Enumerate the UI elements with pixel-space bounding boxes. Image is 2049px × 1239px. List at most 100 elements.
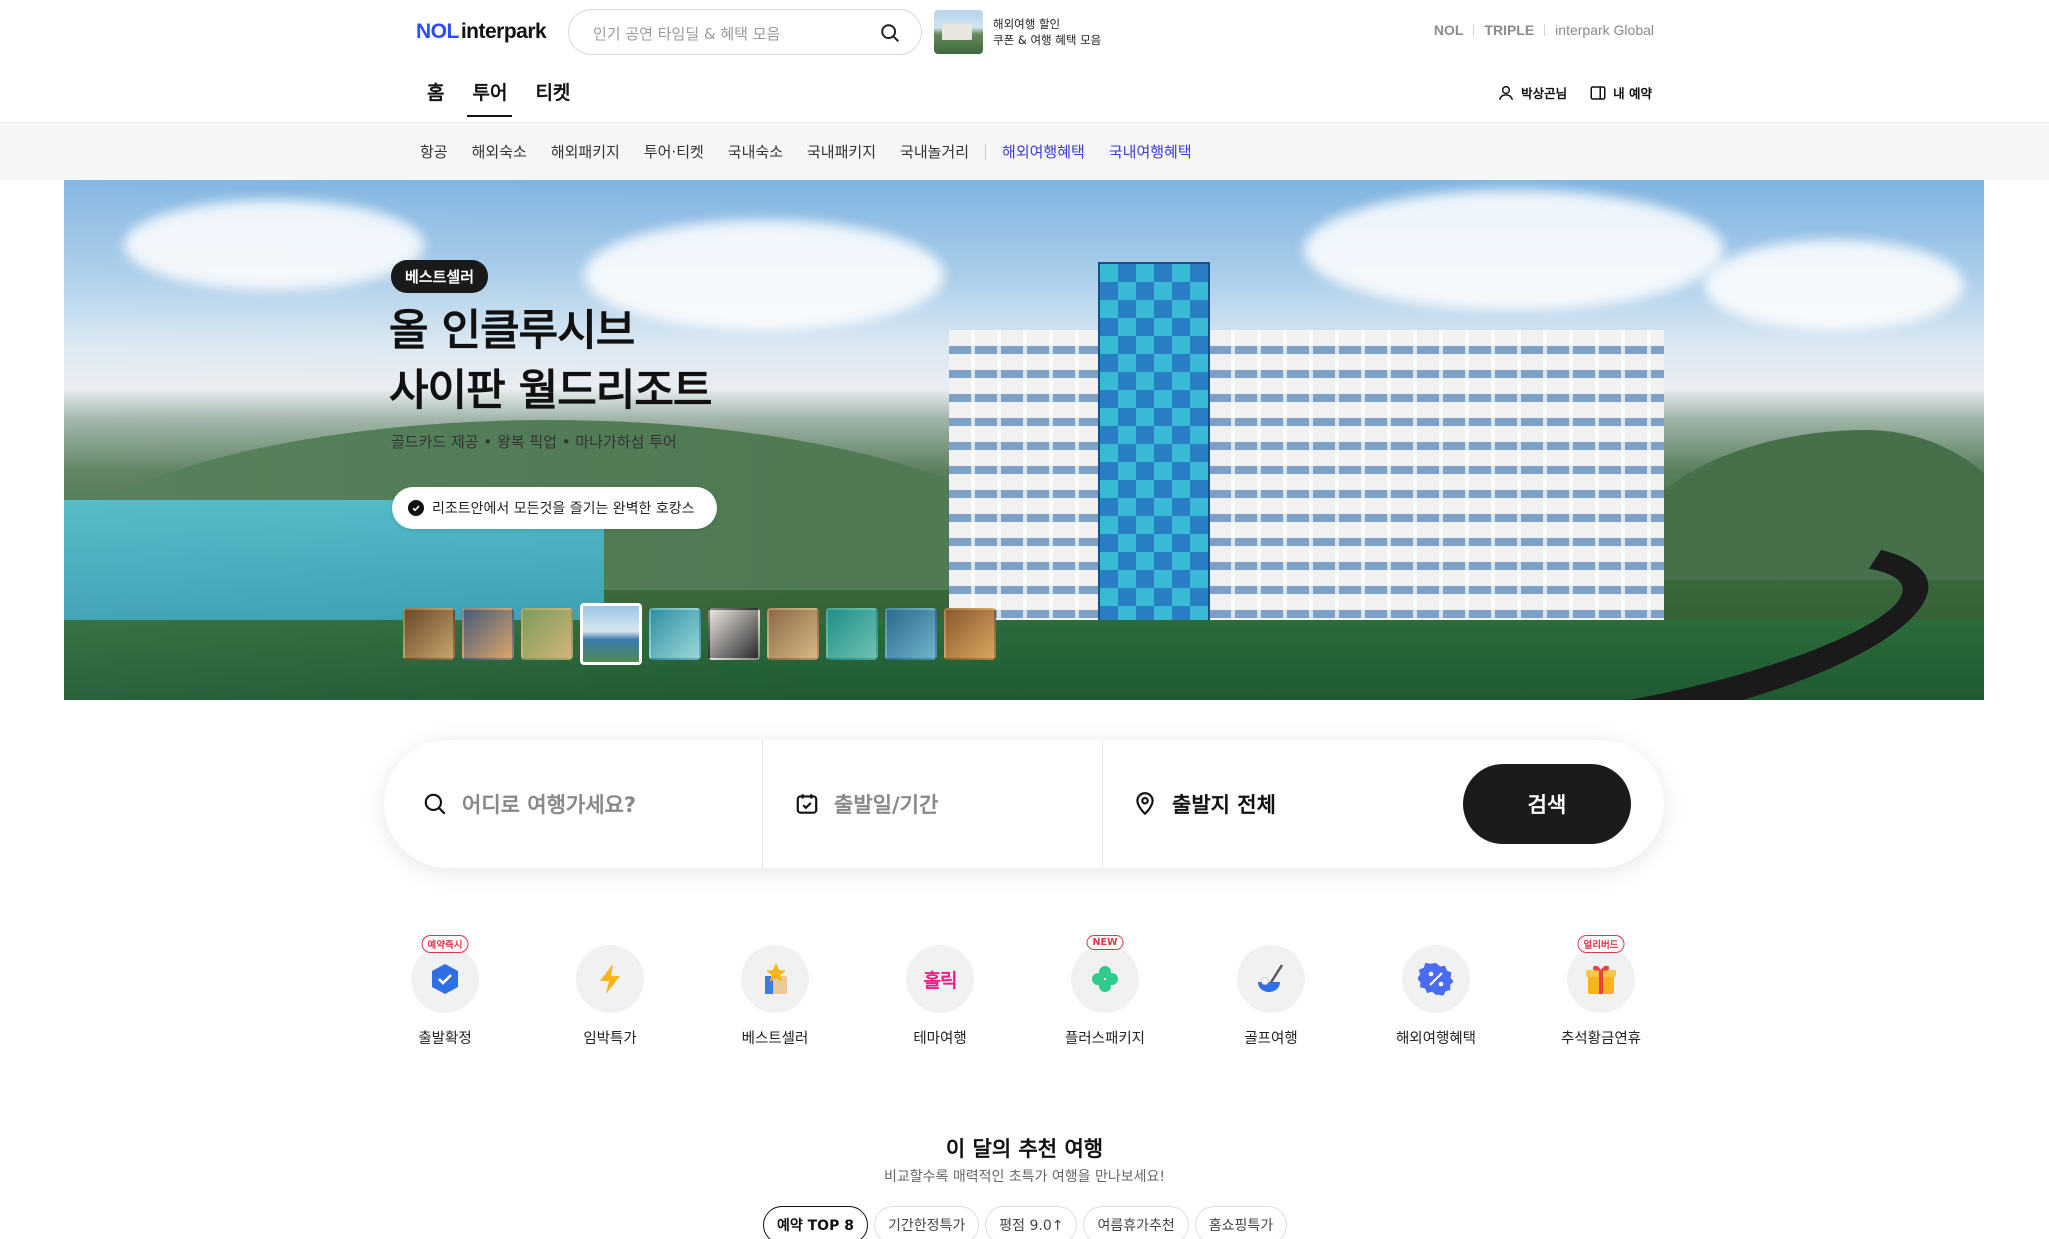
recommendation-filter-tabs: 예약 TOP 8 기간한정특가 평점 9.0↑ 여름휴가추천 홈쇼핑특가 [763,1206,1293,1239]
subnav-overseas-package[interactable]: 해외패키지 [551,141,620,162]
promo-thumbnail [934,10,983,54]
category-label: 추석황금연휴 [1560,1031,1642,1047]
recommendation-title: 이 달의 추천 여행 [945,1137,1104,1161]
destination-field[interactable]: 어디로 여행가세요? [422,740,762,868]
promo-line1: 해외여행 할인 [993,17,1061,31]
filter-homeshopping[interactable]: 홈쇼핑특가 [1194,1206,1288,1239]
category-tag: NEW [1086,935,1124,950]
category-icon-wrap [1237,945,1305,1013]
gift-icon [1586,965,1616,994]
category-icon-wrap [1402,945,1470,1013]
brand-divider [1544,24,1546,36]
hero-thumbnail-strip [403,603,1003,665]
search-button[interactable]: 검색 [1463,764,1631,844]
hero-thumbnail[interactable] [403,608,455,660]
user-icon [1499,85,1514,100]
shield-check-icon [432,964,458,994]
hero-thumbnail-active[interactable] [580,603,642,665]
promo-banner[interactable]: 해외여행 할인 쿠폰 & 여행 혜택 모음 [934,10,1101,54]
hero-title-line2: 사이판 월드리조트 [389,366,712,416]
search-icon[interactable] [879,22,901,44]
brand-global[interactable]: interpark Global [1555,22,1654,38]
category-last-minute-deals[interactable]: 임박특가 [560,945,660,1048]
date-placeholder: 출발일/기간 [834,793,939,817]
subnav-domestic-activities[interactable]: 국내놀거리 [900,141,969,162]
hero-thumbnail[interactable] [462,608,514,660]
filter-top8[interactable]: 예약 TOP 8 [763,1206,868,1239]
category-golf-travel[interactable]: 골프여행 [1221,945,1321,1048]
tab-home[interactable]: 홈 [427,78,444,117]
subnav-flight[interactable]: 항공 [420,141,448,162]
search-placeholder[interactable]: 인기 공연 타임딜 & 혜택 모음 [593,23,780,44]
search-divider [1102,740,1103,868]
hero-banner[interactable]: 베스트셀러 올 인클루시브 사이판 월드리조트 골드카드 제공 • 왕복 픽업 … [64,180,1984,700]
category-icon-wrap: 얼리버드 [1567,935,1635,1013]
filter-summer[interactable]: 여름휴가추천 [1083,1206,1189,1239]
sub-navigation: 항공 해외숙소 해외패키지 투어·티켓 국내숙소 국내패키지 국내놀거리 해외여… [0,122,2049,180]
search-divider [762,740,763,868]
category-chuseok-holiday[interactable]: 얼리버드 추석황금연휴 [1551,935,1651,1048]
hero-cloud [1704,240,1964,330]
category-departure-confirmed[interactable]: 예약즉시 출발확정 [395,935,495,1048]
percent-badge-icon [1418,962,1454,996]
category-label: 테마여행 [913,1031,967,1047]
brand-nol[interactable]: NOL [1434,22,1464,38]
hero-thumbnail[interactable] [708,608,760,660]
promo-text: 해외여행 할인 쿠폰 & 여행 혜택 모음 [993,16,1101,48]
location-pin-icon [1136,792,1154,816]
category-bestseller[interactable]: 베스트셀러 [725,945,825,1048]
search-icon [424,793,446,815]
hero-thumbnail[interactable] [521,608,573,660]
hero-thumbnail[interactable] [649,608,701,660]
category-shortcuts: 예약즉시 출발확정 임박특가 베스트셀러 홀릭 테마여행 NEW 플러스패키지 … [395,935,1651,1055]
category-tag: 얼리버드 [1577,935,1625,953]
category-overseas-benefits[interactable]: 해외여행혜택 [1386,945,1486,1048]
user-menu: 박상곤님 내 예약 [1497,83,1652,102]
subnav-overseas-benefits[interactable]: 해외여행혜택 [1002,141,1085,162]
reservation-label: 내 예약 [1613,86,1652,101]
hero-hotel-tower [1098,262,1210,622]
departure-value: 출발지 전체 [1172,793,1276,817]
subnav-domestic-benefits[interactable]: 국내여행혜택 [1109,141,1192,162]
hero-title-line1: 올 인클루시브 [389,306,635,356]
hero-thumbnail[interactable] [885,608,937,660]
hero-thumbnail[interactable] [767,608,819,660]
brand-triple[interactable]: TRIPLE [1484,22,1534,38]
subnav-domestic-package[interactable]: 국내패키지 [807,141,876,162]
subnav-tour-ticket[interactable]: 투어·티켓 [644,141,704,162]
departure-field[interactable]: 출발지 전체 [1132,740,1432,868]
tab-ticket[interactable]: 티켓 [535,78,570,117]
star-box-icon [765,963,787,994]
category-label: 플러스패키지 [1064,1031,1146,1047]
category-theme-travel[interactable]: 홀릭 테마여행 [890,945,990,1048]
category-icon-wrap [741,945,809,1013]
category-icon-wrap: NEW [1071,935,1139,1013]
top-header: NOL interpark 인기 공연 타임딜 & 혜택 모음 해외여행 할인 … [0,0,2049,122]
user-profile-link[interactable]: 박상곤님 [1497,83,1567,102]
date-field[interactable]: 출발일/기간 [794,740,1124,868]
theme-text-icon: 홀릭 [923,969,958,992]
category-plus-package[interactable]: NEW 플러스패키지 [1055,935,1155,1048]
main-tabs: 홈 투어 티켓 [427,78,598,117]
category-label: 임박특가 [583,1031,637,1047]
hero-thumbnail[interactable] [944,608,996,660]
logo-nol: NOL [416,20,459,43]
category-label: 출발확정 [418,1031,472,1047]
subnav-divider [985,143,987,160]
brand-links: NOL TRIPLE interpark Global [1434,22,1654,38]
subnav-overseas-hotel[interactable]: 해외숙소 [472,141,527,162]
interpark-logo[interactable]: NOL interpark [416,19,547,45]
filter-rating[interactable]: 평점 9.0↑ [985,1206,1078,1239]
global-search[interactable]: 인기 공연 타임딜 & 혜택 모음 [568,9,922,55]
golf-icon [1258,964,1284,992]
hero-cloud [1304,190,1724,310]
tab-tour[interactable]: 투어 [467,78,513,117]
subnav-domestic-hotel[interactable]: 국내숙소 [728,141,783,162]
hero-thumbnail[interactable] [826,608,878,660]
clover-icon [1092,966,1118,992]
hero-feature-chip[interactable]: 리조트안에서 모든것을 즐기는 완벽한 호캉스 [392,487,717,529]
my-reservation-link[interactable]: 내 예약 [1589,83,1652,102]
promo-line2: 쿠폰 & 여행 혜택 모음 [993,33,1102,47]
filter-limited-deal[interactable]: 기간한정특가 [873,1206,980,1239]
user-name: 박상곤님 [1521,86,1568,101]
